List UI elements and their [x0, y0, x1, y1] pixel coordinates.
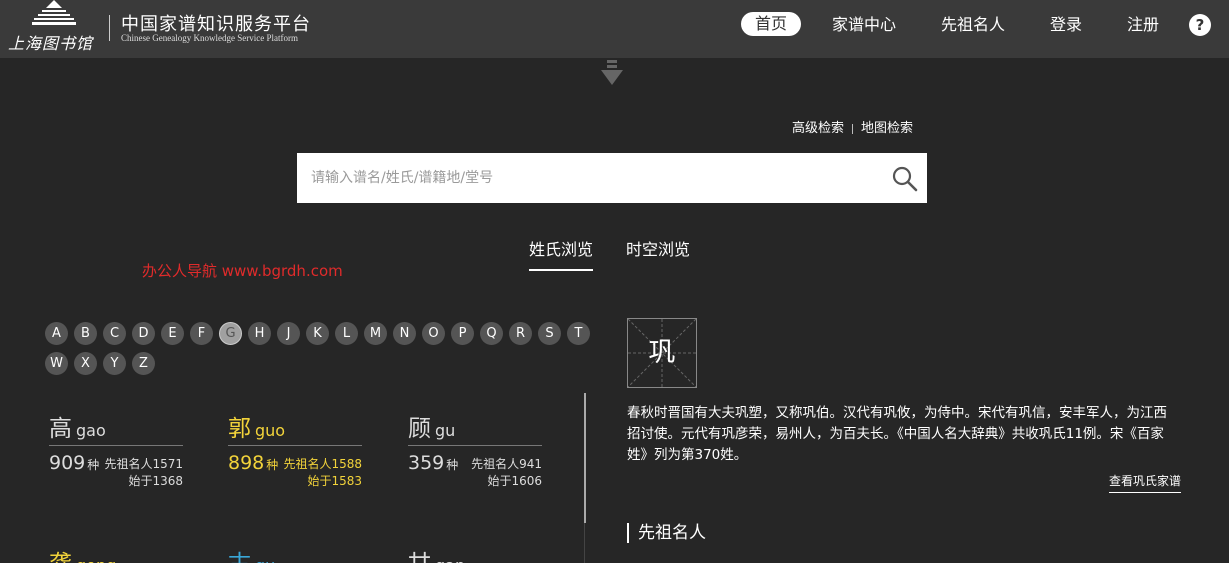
library-name: 上海图书馆	[8, 34, 94, 53]
surname-title: 高 gao	[49, 416, 106, 442]
tab-surname-browse[interactable]: 姓氏浏览	[529, 236, 594, 271]
library-logo-icon	[32, 0, 76, 25]
view-genealogy-link[interactable]: 查看巩氏家谱	[1109, 472, 1182, 493]
letter-h[interactable]: H	[248, 322, 271, 345]
scrollbar-track[interactable]	[584, 523, 585, 563]
ancestor-count: 先祖名人941	[471, 457, 542, 471]
letter-c[interactable]: C	[103, 322, 126, 345]
scroll-down-icon[interactable]	[601, 58, 623, 86]
famous-ancestors-heading: 先祖名人	[627, 523, 706, 543]
letter-g[interactable]: G	[219, 322, 242, 345]
letter-r[interactable]: R	[509, 322, 532, 345]
nav-genealogy-center[interactable]: 家谱中心	[832, 14, 896, 36]
letter-w[interactable]: W	[45, 352, 68, 375]
letter-m[interactable]: M	[364, 322, 387, 345]
site-subtitle: Chinese Genealogy Knowledge Service Plat…	[121, 33, 298, 43]
card-divider	[408, 445, 542, 446]
library-logo[interactable]: 上海图书馆	[8, 0, 100, 56]
ancestor-count: 先祖名人1588	[283, 457, 362, 471]
genealogy-count: 909 种	[49, 452, 100, 474]
letter-k[interactable]: K	[306, 322, 329, 345]
surname-character: 巩	[648, 337, 676, 368]
search-box	[297, 153, 927, 203]
card-divider	[49, 445, 183, 446]
letter-s[interactable]: S	[538, 322, 561, 345]
letter-b[interactable]: B	[74, 322, 97, 345]
letter-o[interactable]: O	[422, 322, 445, 345]
letter-p[interactable]: P	[451, 322, 474, 345]
surname-title: 甘gan	[408, 544, 465, 563]
letter-f[interactable]: F	[190, 322, 213, 345]
surname-character-box: 巩	[627, 318, 697, 388]
letter-z[interactable]: Z	[132, 352, 155, 375]
help-icon[interactable]: ?	[1189, 14, 1211, 36]
surname-description: 春秋时晋国有大夫巩塑，又称巩伯。汉代有巩攸，为侍中。宋代有巩信，安丰军人，为江西…	[627, 405, 1167, 463]
letter-q[interactable]: Q	[480, 322, 503, 345]
nav-register[interactable]: 注册	[1127, 14, 1159, 36]
search-input[interactable]	[297, 153, 877, 203]
watermark-text: 办公人导航 www.bgrdh.com	[142, 262, 343, 280]
search-links: 高级检索 地图检索	[792, 117, 913, 136]
search-icon[interactable]	[892, 166, 918, 192]
letter-l[interactable]: L	[335, 322, 358, 345]
top-header: 上海图书馆 中国家谱知识服务平台 Chinese Genealogy Knowl…	[0, 0, 1229, 58]
map-search-link[interactable]: 地图检索	[861, 121, 913, 136]
logo-divider	[109, 15, 110, 41]
letter-j[interactable]: J	[277, 322, 300, 345]
letter-e[interactable]: E	[161, 322, 184, 345]
tab-spacetime-browse[interactable]: 时空浏览	[626, 236, 690, 260]
surname-title: 龚gong	[49, 544, 116, 563]
genealogy-count: 898 种	[228, 452, 279, 474]
ancestor-count: 先祖名人1571	[104, 457, 183, 471]
letter-n[interactable]: N	[393, 322, 416, 345]
nav-famous-ancestors[interactable]: 先祖名人	[941, 14, 1005, 36]
link-separator	[852, 123, 854, 134]
scrollbar-thumb[interactable]	[584, 393, 586, 523]
letter-x[interactable]: X	[74, 352, 97, 375]
since-year: 始于1583	[307, 474, 362, 488]
surname-title: 古gu	[228, 544, 275, 563]
nav-home[interactable]: 首页	[741, 12, 802, 36]
genealogy-count: 359 种	[408, 452, 459, 474]
letter-t[interactable]: T	[567, 322, 590, 345]
card-divider	[228, 445, 362, 446]
letter-y[interactable]: Y	[103, 352, 126, 375]
letter-d[interactable]: D	[132, 322, 155, 345]
surname-title: 郭 guo	[228, 416, 286, 442]
since-year: 始于1606	[487, 474, 542, 488]
surname-title: 顾 gu	[408, 416, 456, 442]
letter-a[interactable]: A	[45, 322, 68, 345]
nav-login[interactable]: 登录	[1050, 14, 1082, 36]
since-year: 始于1368	[128, 474, 183, 488]
advanced-search-link[interactable]: 高级检索	[792, 121, 844, 136]
